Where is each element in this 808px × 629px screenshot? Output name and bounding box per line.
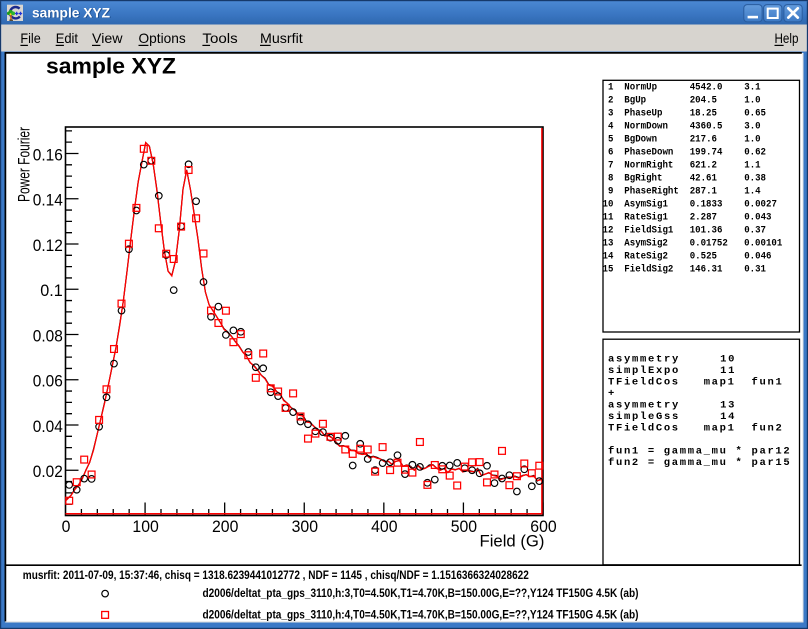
svg-text:Power Fourier: Power Fourier bbox=[16, 127, 34, 202]
svg-text:File: File bbox=[20, 30, 41, 46]
svg-text:d2006/deltat_pta_gps_3110,h:4,: d2006/deltat_pta_gps_3110,h:4,T0=4.50K,T… bbox=[203, 609, 639, 622]
svg-text:13 AsymSig2 0.01752 0.00: 13 AsymSig2 0.01752 0.00101 bbox=[603, 238, 783, 250]
svg-text:0.16: 0.16 bbox=[33, 146, 63, 164]
svg-text:musrfit: 2011-07-09, 15:37:46,: musrfit: 2011-07-09, 15:37:46, chisq = 1… bbox=[23, 568, 529, 582]
svg-text:Options: Options bbox=[139, 30, 186, 46]
svg-text:TFieldCos map1 fun2: TFieldCos map1 fun2 bbox=[608, 422, 782, 434]
svg-text:0.14: 0.14 bbox=[33, 192, 63, 210]
svg-text:0.1: 0.1 bbox=[40, 282, 63, 300]
svg-text:100: 100 bbox=[132, 518, 158, 536]
svg-text:0.08: 0.08 bbox=[33, 327, 63, 345]
svg-text:0.02: 0.02 bbox=[33, 463, 63, 481]
svg-text:simpleGss 14: simpleGss 14 bbox=[608, 411, 734, 423]
svg-text:fun2 = gamma_mu * par15: fun2 = gamma_mu * par15 bbox=[608, 457, 790, 469]
svg-text:3 PhaseUp 18.25 0.65: 3 PhaseUp 18.25 0.65 bbox=[603, 107, 767, 119]
svg-text:TFieldCos map1 fun1: TFieldCos map1 fun1 bbox=[608, 376, 782, 388]
svg-text:0.12: 0.12 bbox=[33, 237, 63, 255]
svg-text:Musrfit: Musrfit bbox=[260, 30, 303, 46]
svg-text:11 RateSig1 2.287 0.04: 11 RateSig1 2.287 0.043 bbox=[603, 212, 772, 224]
svg-text:+: + bbox=[608, 388, 614, 400]
svg-text:9 PhaseRight 287.1 1.4: 9 PhaseRight 287.1 1.4 bbox=[603, 186, 761, 198]
svg-text:simplExpo 11: simplExpo 11 bbox=[608, 365, 734, 377]
svg-text:sample XYZ: sample XYZ bbox=[46, 54, 176, 79]
svg-text:4 NormDown 4360.5 3.0: 4 NormDown 4360.5 3.0 bbox=[603, 120, 761, 132]
svg-text:Edit: Edit bbox=[56, 30, 78, 46]
svg-text:asymmetry 13: asymmetry 13 bbox=[608, 399, 734, 411]
svg-text:300: 300 bbox=[292, 518, 318, 536]
svg-text:Field (G): Field (G) bbox=[480, 533, 545, 551]
svg-text:0: 0 bbox=[62, 518, 71, 536]
svg-text:5 BgDown 217.6 1.0: 5 BgDown 217.6 1.0 bbox=[603, 133, 761, 145]
svg-text:0.06: 0.06 bbox=[33, 373, 63, 391]
svg-text:8 BgRight 42.61 0.38: 8 BgRight 42.61 0.38 bbox=[603, 173, 767, 185]
svg-text:400: 400 bbox=[371, 518, 397, 536]
svg-text:14 RateSig2 0.525 0.04: 14 RateSig2 0.525 0.046 bbox=[603, 251, 772, 263]
svg-text:fun1 = gamma_mu * par12: fun1 = gamma_mu * par12 bbox=[608, 445, 790, 457]
svg-text:asymmetry 10: asymmetry 10 bbox=[608, 353, 734, 365]
svg-text:200: 200 bbox=[212, 518, 238, 536]
svg-text:d2006/deltat_pta_gps_3110,h:3,: d2006/deltat_pta_gps_3110,h:3,T0=4.50K,T… bbox=[203, 587, 639, 600]
svg-text:Tools: Tools bbox=[202, 30, 237, 46]
svg-text:10 AsymSig1 0.1833 0.00: 10 AsymSig1 0.1833 0.0027 bbox=[603, 199, 777, 211]
svg-text:1 NormUp 4542.0 3.1: 1 NormUp 4542.0 3.1 bbox=[603, 81, 761, 93]
svg-text:2 BgUp 204.5 1.0: 2 BgUp 204.5 1.0 bbox=[603, 94, 761, 106]
svg-text:View: View bbox=[92, 30, 123, 46]
svg-text:7 NormRight 621.2 1.1: 7 NormRight 621.2 1.1 bbox=[603, 160, 761, 172]
svg-text:sample XYZ: sample XYZ bbox=[32, 5, 110, 20]
svg-text:500: 500 bbox=[451, 518, 477, 536]
svg-text:Help: Help bbox=[775, 30, 799, 46]
svg-text:0.04: 0.04 bbox=[33, 418, 63, 436]
svg-text:12 FieldSig1 101.36 0.37: 12 FieldSig1 101.36 0.37 bbox=[603, 225, 767, 237]
svg-text:15 FieldSig2 146.31 0.31: 15 FieldSig2 146.31 0.31 bbox=[603, 264, 767, 276]
svg-text:6 PhaseDown 199.74 0.62: 6 PhaseDown 199.74 0.62 bbox=[603, 146, 767, 158]
